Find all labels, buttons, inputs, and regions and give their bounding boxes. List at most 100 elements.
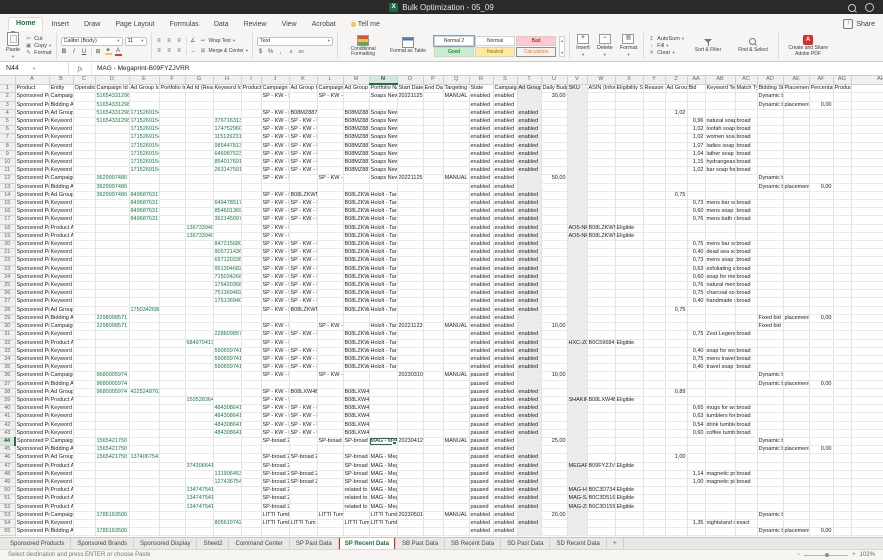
grid-cell[interactable]: Bidding Adjustment: [49, 445, 74, 455]
grid-cell[interactable]: [757, 462, 784, 471]
grid-cell[interactable]: [705, 494, 736, 504]
grid-cell[interactable]: Sponsored Products: [15, 207, 50, 217]
grid-cell[interactable]: Campaign: [49, 92, 74, 102]
grid-cell[interactable]: [587, 404, 616, 414]
grid-cell[interactable]: [397, 339, 424, 348]
grid-cell[interactable]: Product Ad: [49, 462, 74, 471]
grid-cell[interactable]: [129, 404, 160, 414]
grid-cell[interactable]: enabled: [469, 166, 494, 176]
grid-cell[interactable]: [687, 486, 706, 496]
grid-cell[interactable]: [443, 224, 470, 233]
grid-cell[interactable]: Holzlt - Tarrago: [369, 363, 398, 373]
grid-cell[interactable]: SP - KW - Broad: [289, 158, 318, 168]
grid-cell[interactable]: [129, 322, 160, 332]
grid-cell[interactable]: 8540176913: [213, 158, 242, 168]
grid-cell[interactable]: [687, 109, 706, 119]
grid-cell[interactable]: SP - KW - Broad: [289, 297, 318, 307]
grid-cell[interactable]: B0C3D159Y: [587, 503, 616, 512]
grid-cell[interactable]: [213, 396, 242, 406]
grid-cell[interactable]: [643, 527, 666, 537]
ribbon-tab-acrobat[interactable]: Acrobat: [305, 19, 343, 31]
grid-cell[interactable]: Bidding Adjustment: [49, 314, 74, 324]
grid-cell[interactable]: [687, 511, 706, 520]
grid-cell[interactable]: [213, 453, 242, 463]
align-middle-button[interactable]: ≡: [166, 37, 173, 45]
grid-cell[interactable]: [783, 265, 810, 274]
grid-cell[interactable]: Sponsored Products: [15, 503, 50, 512]
grid-cell[interactable]: [129, 445, 160, 455]
grid-cell[interactable]: enabled: [493, 470, 518, 479]
grid-cell[interactable]: [705, 396, 736, 406]
grid-cell[interactable]: enabled: [493, 339, 518, 348]
grid-cell[interactable]: enabled: [493, 207, 518, 217]
grid-cell[interactable]: [397, 355, 424, 365]
grid-cell[interactable]: [129, 462, 160, 471]
grid-cell[interactable]: [159, 412, 186, 422]
grid-cell[interactable]: [517, 322, 542, 332]
grid-cell[interactable]: Dynamic bids - down only: [757, 527, 784, 537]
grid-cell[interactable]: [185, 174, 214, 184]
grid-cell[interactable]: [567, 511, 588, 520]
grid-cell[interactable]: [809, 412, 834, 422]
grid-cell[interactable]: [783, 125, 810, 135]
grid-cell[interactable]: [851, 527, 883, 537]
grid-cell[interactable]: [159, 437, 186, 447]
grid-cell[interactable]: [735, 396, 758, 406]
grid-cell[interactable]: [809, 371, 834, 381]
grid-cell[interactable]: MANUAL: [443, 371, 470, 381]
grid-cell[interactable]: [73, 248, 96, 258]
column-header-H[interactable]: H: [213, 76, 242, 85]
grid-cell[interactable]: 0,00: [809, 101, 834, 110]
grid-cell[interactable]: [129, 281, 160, 291]
grid-cell[interactable]: [567, 174, 588, 184]
wrap-text-button[interactable]: ↩ Wrap Text ▾: [200, 38, 235, 44]
grid-cell[interactable]: [423, 429, 444, 438]
grid-cell[interactable]: [423, 470, 444, 479]
grid-cell[interactable]: B08MZ887-1: [289, 109, 318, 119]
grid-cell[interactable]: [73, 453, 96, 463]
grid-cell[interactable]: loofah soap: [705, 125, 736, 135]
grid-cell[interactable]: [783, 511, 810, 520]
grid-cell[interactable]: [643, 174, 666, 184]
grid-cell[interactable]: [517, 511, 542, 520]
row-header[interactable]: 6: [0, 125, 16, 135]
grid-cell[interactable]: [541, 191, 568, 201]
grid-cell[interactable]: [443, 191, 470, 201]
grid-cell[interactable]: [241, 199, 262, 209]
grid-cell[interactable]: Campaign Id (Read-Only): [261, 84, 290, 94]
grid-cell[interactable]: [851, 519, 883, 529]
grid-cell[interactable]: enabled: [469, 207, 494, 217]
column-header-U[interactable]: U: [541, 76, 568, 85]
grid-cell[interactable]: [783, 92, 810, 102]
grid-cell[interactable]: SP - KW - Broad: [261, 404, 290, 414]
grid-cell[interactable]: [643, 109, 666, 119]
grid-cell[interactable]: 1715269154: [129, 158, 160, 168]
grid-cell[interactable]: [185, 101, 214, 110]
grid-cell[interactable]: [567, 166, 588, 176]
grid-cell[interactable]: [757, 306, 784, 315]
grid-cell[interactable]: [587, 470, 616, 479]
grid-cell[interactable]: [567, 470, 588, 479]
grid-cell[interactable]: Sponsored Products: [15, 511, 50, 520]
grid-cell[interactable]: [73, 503, 96, 512]
grid-cell[interactable]: [757, 453, 784, 463]
grid-cell[interactable]: [665, 240, 688, 250]
grid-cell[interactable]: [833, 478, 852, 488]
grid-cell[interactable]: [735, 494, 758, 504]
grid-cell[interactable]: LITTI Tum 1: [343, 519, 370, 529]
grid-cell[interactable]: [317, 453, 344, 463]
grid-cell[interactable]: [665, 142, 688, 151]
grid-cell[interactable]: [665, 478, 688, 488]
grid-cell[interactable]: [705, 183, 736, 192]
grid-cell[interactable]: SP - KW - Broad: [261, 92, 290, 102]
grid-cell[interactable]: [567, 371, 588, 381]
grid-cell[interactable]: MANUAL: [443, 511, 470, 520]
grid-cell[interactable]: 9057214368: [213, 248, 242, 258]
grid-cell[interactable]: [443, 478, 470, 488]
grid-cell[interactable]: Product Ad: [49, 503, 74, 512]
grid-cell[interactable]: [757, 199, 784, 209]
grid-cell[interactable]: [73, 207, 96, 217]
grid-cell[interactable]: B0C3D5161Y: [587, 494, 616, 504]
grid-cell[interactable]: [423, 265, 444, 274]
sheet-tab-sheet2[interactable]: Sheet2: [197, 538, 230, 549]
